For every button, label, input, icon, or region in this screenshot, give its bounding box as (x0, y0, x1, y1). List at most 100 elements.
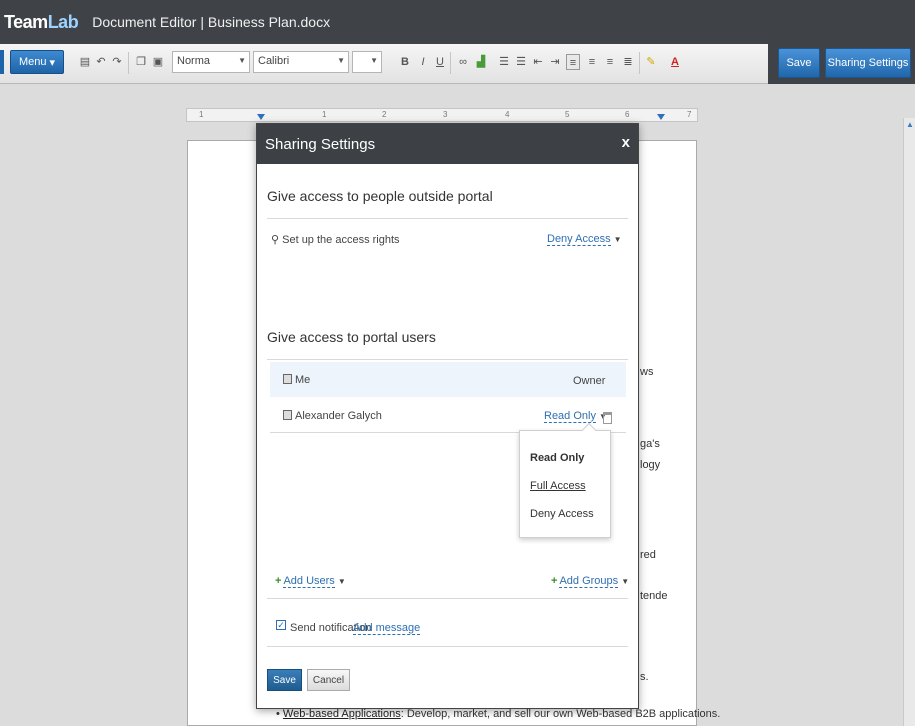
paste-icon[interactable]: ▣ (151, 54, 165, 70)
outside-access-value: Deny Access (547, 233, 611, 246)
link-icon[interactable]: ∞ (456, 54, 470, 70)
send-notification-checkbox[interactable]: ✓ (276, 620, 286, 630)
ruler-mark: 6 (625, 110, 630, 119)
menu-label: Menu (18, 56, 47, 68)
divider (267, 359, 628, 360)
font-color-icon[interactable]: A (668, 54, 682, 70)
document-text-fragment: logy (640, 459, 661, 471)
document-text-fragment: ga's (640, 438, 660, 450)
align-left-icon[interactable]: ≡ (566, 54, 580, 70)
dropdown-option-full-access[interactable]: Full Access (530, 480, 586, 492)
logo-team-text: Team (4, 11, 48, 32)
font-select-value: Calibri (258, 55, 290, 67)
add-groups-label: Add Groups (559, 575, 619, 588)
document-text-fragment: ws (640, 366, 654, 378)
redo-icon[interactable]: ↷ (110, 54, 124, 70)
menu-button[interactable]: Menu ▾ (10, 50, 64, 74)
outside-portal-heading: Give access to people outside portal (267, 188, 493, 204)
bold-button[interactable]: B (398, 54, 412, 70)
chevron-down-icon: ▼ (337, 577, 346, 586)
vertical-scrollbar[interactable]: ▲ (903, 118, 915, 726)
undo-icon[interactable]: ↶ (94, 54, 108, 70)
user-name-text: Alexander Galych (295, 410, 382, 422)
bulleted-list-icon[interactable]: ☰ (497, 54, 511, 70)
chevron-down-icon: ▼ (613, 235, 622, 244)
owner-name-text: Me (295, 374, 311, 386)
save-button[interactable]: Save (778, 48, 820, 78)
left-edge-tab (0, 50, 4, 74)
copy-icon[interactable]: ❐ (134, 54, 148, 70)
setup-access-row: ⚲ Set up the access rights (271, 233, 400, 246)
user-access-value: Read Only (544, 410, 596, 423)
add-users-label: Add Users (283, 575, 335, 588)
ruler-mark: 1 (322, 110, 327, 119)
document-title: Document Editor | Business Plan.docx (92, 14, 331, 30)
numbered-list-icon[interactable]: ☰ (514, 54, 528, 70)
add-user-icon: + (275, 575, 282, 587)
logo-lab-text: Lab (47, 11, 79, 32)
sharing-settings-button[interactable]: Sharing Settings (825, 48, 911, 78)
divider (267, 218, 628, 219)
outside-access-select[interactable]: Deny Access ▼ (547, 233, 622, 246)
dialog-save-button[interactable]: Save (267, 669, 302, 691)
bullet-link-text: Web-based Applications (282, 708, 401, 720)
toolbar-separator (128, 52, 129, 74)
ruler-mark: 4 (505, 110, 510, 119)
dialog-title: Sharing Settings (265, 136, 376, 153)
highlight-color-icon[interactable]: ✎ (644, 54, 658, 70)
key-icon: ⚲ (271, 234, 280, 246)
right-indent-marker[interactable] (657, 114, 665, 120)
add-group-icon: + (551, 575, 558, 587)
setup-access-label: Set up the access rights (282, 234, 400, 246)
user-icon (283, 374, 292, 384)
document-text-fragment: red (640, 549, 656, 561)
add-groups-button[interactable]: + Add Groups ▼ (551, 575, 630, 588)
print-icon[interactable]: ▤ (78, 54, 92, 70)
image-icon[interactable]: ▟ (474, 54, 488, 70)
divider (267, 646, 628, 647)
user-row-name: Alexander Galych (283, 410, 382, 422)
close-icon[interactable]: x (622, 134, 630, 151)
align-right-icon[interactable]: ≡ (603, 54, 617, 70)
font-size-select[interactable]: ▼ (352, 51, 382, 73)
font-select[interactable]: Calibri ▼ (253, 51, 349, 73)
horizontal-ruler[interactable]: 1 1 2 3 4 5 6 7 (186, 108, 698, 122)
scroll-up-icon[interactable]: ▲ (906, 120, 914, 129)
trash-icon[interactable] (603, 412, 612, 424)
dropdown-option-read-only[interactable]: Read Only (530, 452, 584, 464)
chevron-down-icon: ▼ (370, 56, 378, 65)
ruler-mark: 5 (565, 110, 570, 119)
title-bar: TeamLab Document Editor | Business Plan.… (0, 0, 915, 44)
document-text-fragment: tende (640, 590, 668, 602)
add-users-button[interactable]: + Add Users ▼ (275, 575, 346, 588)
chevron-down-icon: ▼ (621, 577, 630, 586)
style-select[interactable]: Norma ▼ (172, 51, 250, 73)
divider (267, 598, 628, 599)
align-justify-icon[interactable]: ≣ (621, 54, 635, 70)
italic-button[interactable]: I (416, 54, 430, 70)
owner-name: Me (283, 374, 310, 386)
user-access-select[interactable]: Read Only ▼ (544, 410, 607, 423)
dialog-header: Sharing Settings x (257, 124, 638, 164)
decrease-indent-icon[interactable]: ⇤ (531, 54, 545, 70)
ruler-mark: 7 (687, 110, 692, 119)
ruler-mark: 3 (443, 110, 448, 119)
dialog-cancel-button[interactable]: Cancel (307, 669, 350, 691)
style-select-value: Norma (177, 55, 211, 67)
add-message-link[interactable]: Add message (353, 622, 421, 635)
toolbar-separator (639, 52, 640, 74)
chevron-down-icon: ▼ (337, 56, 345, 65)
left-indent-marker[interactable] (257, 114, 265, 120)
add-message-label: Add message (353, 622, 421, 635)
document-bullet-item: • Web-based Applications: Develop, marke… (276, 708, 721, 720)
owner-role: Owner (573, 375, 606, 387)
dropdown-option-deny-access[interactable]: Deny Access (530, 508, 594, 520)
toolbar-separator (450, 52, 451, 74)
teamlab-logo[interactable]: TeamLab (4, 11, 79, 33)
access-dropdown-menu: Read Only Full Access Deny Access (519, 422, 611, 538)
align-center-icon[interactable]: ≡ (585, 54, 599, 70)
chevron-down-icon: ▼ (238, 56, 246, 65)
ruler-mark: 2 (382, 110, 387, 119)
increase-indent-icon[interactable]: ⇥ (548, 54, 562, 70)
underline-button[interactable]: U (433, 54, 447, 70)
